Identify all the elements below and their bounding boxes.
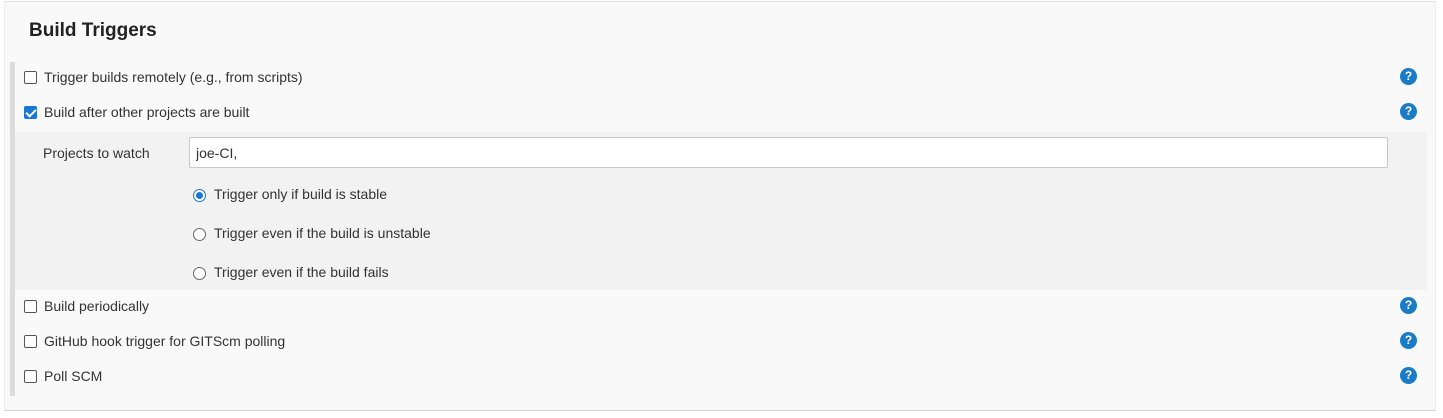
radio-button-unstable[interactable] xyxy=(193,228,206,241)
build-after-row: Build after other projects are built ? xyxy=(15,99,1427,127)
github-hook-row: GitHub hook trigger for GITScm polling ? xyxy=(15,328,1427,356)
trigger-remote-checkbox[interactable] xyxy=(24,71,37,84)
build-periodically-label[interactable]: Build periodically xyxy=(44,298,149,314)
help-icon[interactable]: ? xyxy=(1400,297,1417,314)
help-icon[interactable]: ? xyxy=(1400,332,1417,349)
github-hook-checkbox[interactable] xyxy=(24,335,37,348)
build-periodically-row: Build periodically ? xyxy=(15,293,1427,321)
poll-scm-label[interactable]: Poll SCM xyxy=(44,368,102,384)
help-icon[interactable]: ? xyxy=(1400,367,1417,384)
trigger-remote-row: Trigger builds remotely (e.g., from scri… xyxy=(15,64,1427,92)
projects-to-watch-input[interactable] xyxy=(189,137,1388,168)
build-periodically-checkbox[interactable] xyxy=(24,300,37,313)
help-icon[interactable]: ? xyxy=(1400,68,1417,85)
poll-scm-checkbox[interactable] xyxy=(24,370,37,383)
build-after-label[interactable]: Build after other projects are built xyxy=(44,104,249,120)
radio-option-fails[interactable]: Trigger even if the build fails xyxy=(193,262,593,284)
section-title: Build Triggers xyxy=(29,20,157,41)
build-after-options: Projects to watch Trigger only if build … xyxy=(15,132,1427,290)
projects-to-watch-label: Projects to watch xyxy=(43,145,150,161)
trigger-remote-label[interactable]: Trigger builds remotely (e.g., from scri… xyxy=(44,69,303,85)
radio-button-stable[interactable] xyxy=(193,189,206,202)
radio-label-stable[interactable]: Trigger only if build is stable xyxy=(214,186,387,202)
help-icon[interactable]: ? xyxy=(1400,103,1417,120)
github-hook-label[interactable]: GitHub hook trigger for GITScm polling xyxy=(44,333,285,349)
radio-option-unstable[interactable]: Trigger even if the build is unstable xyxy=(193,223,593,245)
radio-label-unstable[interactable]: Trigger even if the build is unstable xyxy=(214,225,431,241)
build-after-checkbox[interactable] xyxy=(24,106,37,119)
poll-scm-row: Poll SCM ? xyxy=(15,363,1427,391)
radio-option-stable[interactable]: Trigger only if build is stable xyxy=(193,184,593,206)
radio-button-fails[interactable] xyxy=(193,267,206,280)
radio-label-fails[interactable]: Trigger even if the build fails xyxy=(214,264,389,280)
